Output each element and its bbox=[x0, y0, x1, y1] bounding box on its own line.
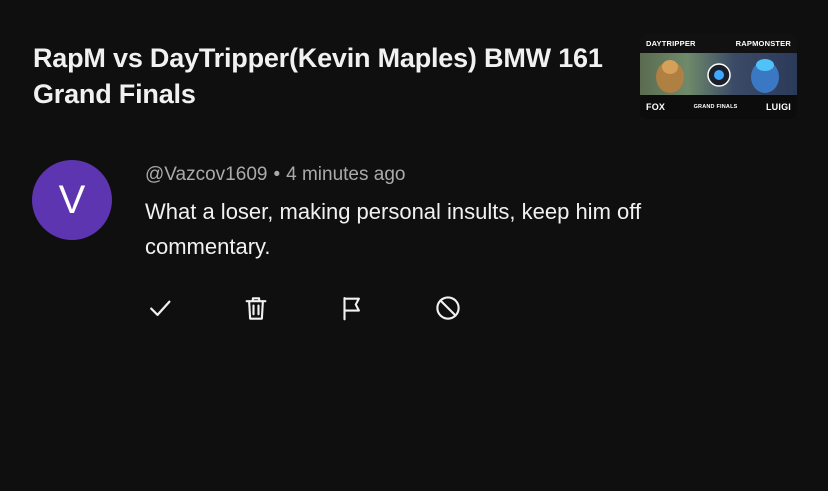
video-title[interactable]: RapM vs DayTripper(Kevin Maples) BMW 161… bbox=[33, 40, 608, 112]
comment-text: What a loser, making personal insults, k… bbox=[145, 199, 642, 259]
avatar-letter: V bbox=[58, 177, 86, 222]
meta-separator: • bbox=[273, 164, 281, 185]
comment-actions bbox=[0, 290, 828, 326]
thumbnail-character-right: LUIGI bbox=[765, 102, 791, 112]
thumbnail-player-right: RAPMONSTER bbox=[735, 38, 791, 48]
hide-user-button[interactable] bbox=[430, 290, 466, 326]
trash-icon bbox=[245, 297, 267, 320]
flag-icon bbox=[343, 296, 360, 321]
comment-author[interactable]: @Vazcov1609 bbox=[145, 164, 267, 185]
comment-time[interactable]: 4 minutes ago bbox=[286, 164, 405, 185]
thumbnail-round: GRAND FINALS bbox=[693, 104, 738, 110]
thumbnail-characters bbox=[656, 59, 779, 93]
avatar[interactable]: V bbox=[32, 160, 112, 240]
check-icon bbox=[150, 300, 171, 316]
comment-meta: @Vazcov1609 • 4 minutes ago bbox=[145, 164, 405, 186]
video-thumbnail[interactable]: DAYTRIPPER RAPMONSTER FOX GRAND FINALS L… bbox=[640, 33, 797, 119]
approve-button[interactable] bbox=[142, 290, 178, 326]
block-icon bbox=[436, 296, 460, 320]
report-button[interactable] bbox=[334, 290, 370, 326]
delete-button[interactable] bbox=[238, 290, 274, 326]
thumbnail-character-left: FOX bbox=[646, 102, 666, 112]
thumbnail-player-left: DAYTRIPPER bbox=[646, 38, 696, 48]
thumbnail-art bbox=[640, 53, 797, 95]
